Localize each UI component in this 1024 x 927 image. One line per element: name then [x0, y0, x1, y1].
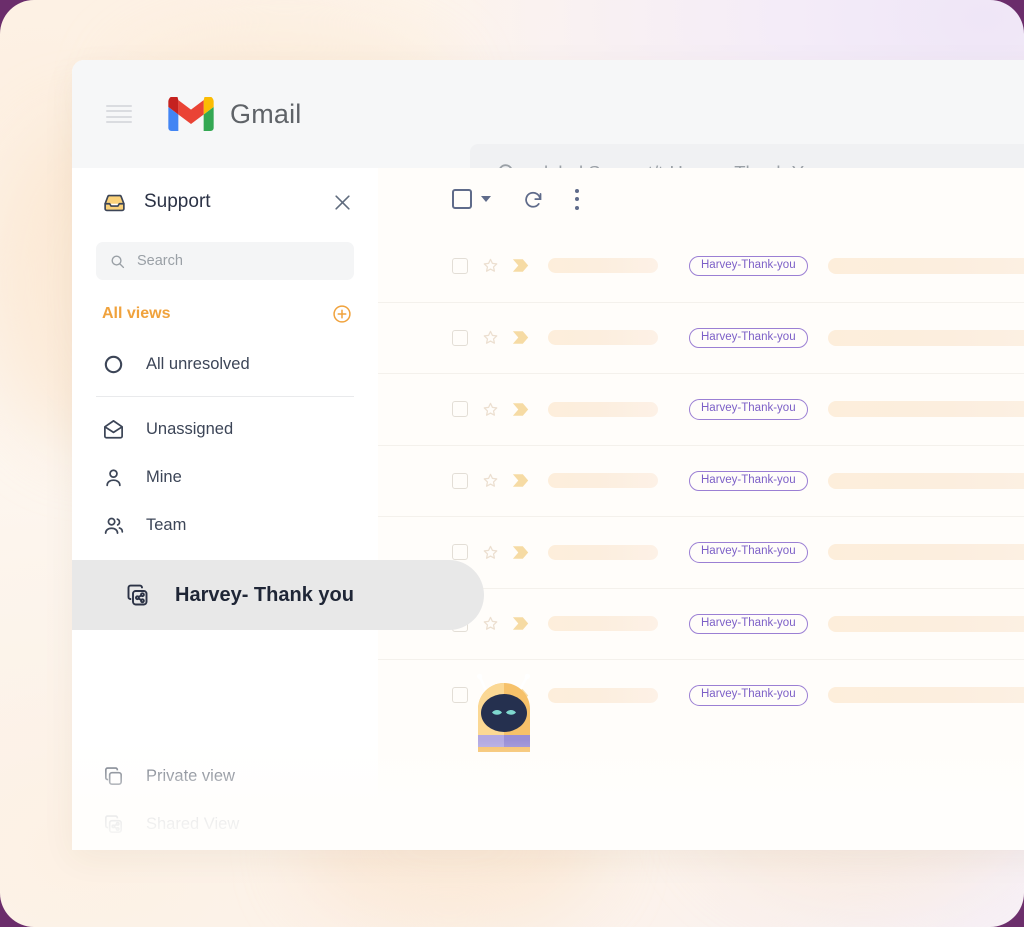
gmail-window: Gmail label:Support/t-Harvey-Thank-You: [72, 60, 1024, 848]
star-outline-icon[interactable]: [482, 472, 499, 489]
sidebar-search-input[interactable]: Search: [96, 242, 354, 280]
sidebar-item-harvey-thank-you[interactable]: Harvey- Thank you: [72, 560, 484, 630]
sidebar-item-label: Mine: [146, 468, 182, 487]
sidebar: Support Search All views: [72, 168, 378, 848]
all-views-label: All views: [102, 305, 170, 323]
row-checkbox[interactable]: [452, 544, 468, 560]
sidebar-header: Support: [72, 168, 378, 236]
email-row[interactable]: Harvey-Thank-you: [378, 230, 1024, 302]
sidebar-search-placeholder: Search: [137, 253, 183, 269]
subject-placeholder: [828, 401, 1024, 417]
important-marker-icon[interactable]: [512, 616, 530, 631]
sidebar-item-unassigned[interactable]: Unassigned: [72, 405, 378, 453]
label-chip[interactable]: Harvey-Thank-you: [689, 256, 808, 277]
sender-placeholder: [548, 402, 658, 417]
sender-placeholder: [548, 688, 658, 703]
star-outline-icon[interactable]: [482, 615, 499, 632]
sidebar-item-all-unresolved[interactable]: All unresolved: [72, 340, 378, 388]
plus-circle-icon[interactable]: [332, 304, 352, 324]
sidebar-item-label: Private view: [146, 767, 235, 786]
sidebar-item-label: Unassigned: [146, 420, 233, 439]
sender-placeholder: [548, 545, 658, 560]
important-marker-icon[interactable]: [512, 402, 530, 417]
email-rows: Harvey-Thank-you Harvey-Thank-you Harvey-T…: [378, 230, 1024, 731]
row-checkbox[interactable]: [452, 473, 468, 489]
more-vertical-icon[interactable]: [575, 189, 580, 210]
sidebar-title: Support: [144, 191, 211, 213]
important-marker-icon[interactable]: [512, 473, 530, 488]
list-toolbar: [378, 168, 1024, 230]
label-chip[interactable]: Harvey-Thank-you: [689, 328, 808, 349]
row-checkbox[interactable]: [452, 401, 468, 417]
label-chip[interactable]: Harvey-Thank-you: [689, 614, 808, 635]
star-outline-icon[interactable]: [482, 257, 499, 274]
label-chip[interactable]: Harvey-Thank-you: [689, 399, 808, 420]
sidebar-item-label: Team: [146, 516, 186, 535]
all-views-header: All views: [72, 288, 378, 340]
important-marker-icon[interactable]: [512, 688, 530, 703]
inbox-tray-icon: [102, 190, 127, 215]
star-outline-icon[interactable]: [482, 687, 499, 704]
copy-icon: [102, 765, 125, 788]
sender-placeholder: [548, 473, 658, 488]
email-row[interactable]: Harvey-Thank-you: [378, 302, 1024, 374]
sidebar-item-label: Harvey- Thank you: [175, 584, 354, 607]
shared-view-icon: [102, 813, 125, 836]
subject-placeholder: [828, 687, 1024, 703]
gmail-m-logo: [168, 97, 214, 131]
divider: [96, 396, 354, 397]
row-checkbox[interactable]: [452, 687, 468, 703]
star-outline-icon[interactable]: [482, 401, 499, 418]
important-marker-icon[interactable]: [512, 258, 530, 273]
star-outline-icon[interactable]: [482, 544, 499, 561]
email-row[interactable]: Harvey-Thank-you: [378, 373, 1024, 445]
subject-placeholder: [828, 473, 1024, 489]
label-chip[interactable]: Harvey-Thank-you: [689, 685, 808, 706]
sidebar-item-private-view[interactable]: Private view: [72, 752, 378, 800]
star-outline-icon[interactable]: [482, 329, 499, 346]
brand-name: Gmail: [230, 99, 302, 130]
subject-placeholder: [828, 544, 1024, 560]
label-chip[interactable]: Harvey-Thank-you: [689, 542, 808, 563]
important-marker-icon[interactable]: [512, 545, 530, 560]
refresh-icon[interactable]: [523, 189, 544, 210]
email-row[interactable]: Harvey-Thank-you: [378, 659, 1024, 731]
circle-outline-icon: [102, 353, 125, 376]
important-marker-icon[interactable]: [512, 330, 530, 345]
row-checkbox[interactable]: [452, 258, 468, 274]
brand: Gmail: [168, 97, 302, 131]
email-row[interactable]: Harvey-Thank-you: [378, 445, 1024, 517]
shared-view-icon: [124, 582, 151, 609]
hamburger-icon[interactable]: [106, 105, 132, 123]
sender-placeholder: [548, 258, 658, 273]
email-list-panel: Harvey-Thank-you Harvey-Thank-you Harvey-T…: [378, 168, 1024, 848]
row-checkbox[interactable]: [452, 330, 468, 346]
select-all-checkbox[interactable]: [452, 189, 472, 209]
person-icon: [102, 466, 125, 489]
chevron-down-icon[interactable]: [481, 196, 491, 202]
sidebar-footer: Private view Shared View: [72, 752, 378, 848]
sidebar-item-label: All unresolved: [146, 355, 250, 374]
subject-placeholder: [828, 258, 1024, 274]
people-icon: [102, 514, 125, 537]
sidebar-item-mine[interactable]: Mine: [72, 453, 378, 501]
sidebar-item-label: Shared View: [146, 815, 239, 834]
close-icon[interactable]: [333, 193, 352, 212]
sidebar-item-team[interactable]: Team: [72, 501, 378, 549]
open-envelope-icon: [102, 418, 125, 441]
sender-placeholder: [548, 616, 658, 631]
subject-placeholder: [828, 616, 1024, 632]
sidebar-item-shared-view[interactable]: Shared View: [72, 800, 378, 848]
page-backdrop: Gmail label:Support/t-Harvey-Thank-You: [0, 0, 1024, 927]
subject-placeholder: [828, 330, 1024, 346]
search-icon: [110, 254, 125, 269]
sender-placeholder: [548, 330, 658, 345]
label-chip[interactable]: Harvey-Thank-you: [689, 471, 808, 492]
